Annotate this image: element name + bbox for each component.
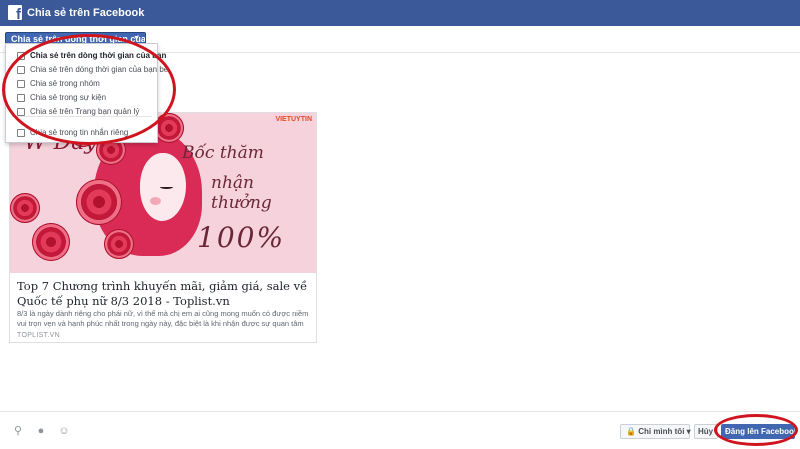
promo-text: nhận thưởng — [211, 173, 272, 213]
link-preview-card[interactable]: VIETUYTIN W Day Bốc thăm nhận thưởng 100… — [9, 112, 317, 343]
promo-text: 100% — [197, 221, 286, 254]
highlight-oval — [2, 34, 176, 145]
message-icon — [17, 129, 25, 137]
lock-icon: 🔒 — [626, 427, 636, 436]
link-preview-body: Top 7 Chương trình khuyến mãi, giảm giá,… — [10, 273, 316, 342]
illustration-eye — [160, 185, 173, 189]
chevron-down-icon: ▾ — [686, 427, 691, 436]
rose-image — [104, 229, 134, 259]
share-dialog: f Chia sẻ trên Facebook Chia sẻ trên dòn… — [0, 0, 800, 449]
title-bar: f Chia sẻ trên Facebook — [0, 0, 800, 26]
facebook-logo-icon: f — [8, 5, 22, 22]
location-pin-icon[interactable]: ● — [35, 425, 47, 437]
highlight-oval — [714, 414, 798, 446]
rose-image — [32, 223, 70, 261]
illustration-cheek — [150, 197, 161, 205]
rose-image — [10, 193, 40, 223]
dialog-footer: ⚲ ● ☺ 🔒 Chỉ mình tôi ▾ Hủy Đăng lên Face… — [0, 411, 800, 449]
link-preview-description: 8/3 là ngày dành riêng cho phái nữ, vì t… — [17, 309, 309, 328]
tag-friends-icon[interactable]: ⚲ — [12, 425, 24, 437]
privacy-label: Chỉ mình tôi — [638, 427, 685, 436]
privacy-selector-button[interactable]: 🔒 Chỉ mình tôi ▾ — [620, 424, 691, 439]
window-title: Chia sẻ trên Facebook — [27, 7, 145, 19]
link-preview-source: TOPLIST.VN — [17, 332, 60, 339]
link-preview-title[interactable]: Top 7 Chương trình khuyến mãi, giảm giá,… — [17, 279, 311, 309]
emoji-icon[interactable]: ☺ — [58, 425, 70, 437]
vietuytin-logo: VIETUYTIN — [275, 116, 312, 123]
promo-text: Bốc thăm — [182, 143, 264, 163]
rose-image — [76, 179, 122, 225]
